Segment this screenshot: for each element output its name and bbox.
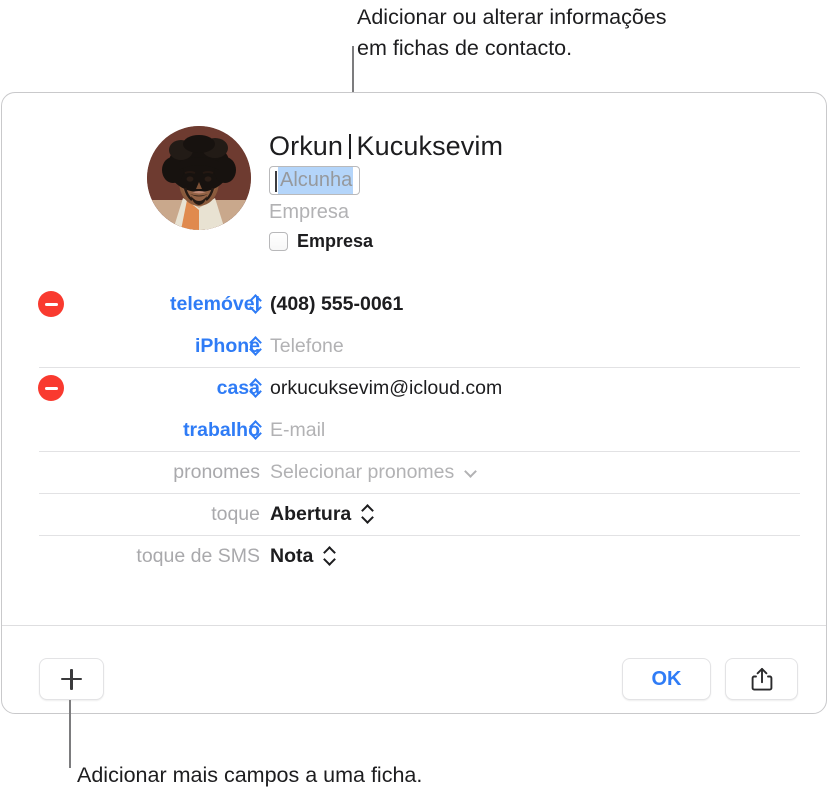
contact-fields-list: telemóvel (408) 555-0061 iPhone Telefone cas…: [2, 283, 826, 577]
field-label: toque: [211, 502, 260, 525]
field-value-text: Abertura: [270, 502, 352, 525]
stepper-icon[interactable]: [250, 420, 261, 440]
avatar[interactable]: [147, 126, 251, 230]
stepper-icon[interactable]: [250, 378, 261, 398]
field-row: telemóvel (408) 555-0061: [2, 283, 826, 325]
contact-card-panel: Orkun Kucuksevim Alcunha Empresa Empresa …: [1, 92, 827, 714]
text-caret: [349, 134, 351, 159]
company-checkbox-row[interactable]: Empresa: [269, 231, 503, 252]
field-value-text: Selecionar pronomes: [270, 460, 455, 483]
field-label: pronomes: [173, 460, 260, 483]
field-value[interactable]: orkucuksevim@icloud.com: [270, 377, 502, 400]
field-value-text: (408) 555-0061: [270, 292, 404, 315]
field-value[interactable]: Selecionar pronomes: [270, 461, 477, 484]
field-value-text: orkucuksevim@icloud.com: [270, 376, 503, 399]
field-label[interactable]: casa: [2, 377, 260, 400]
stepper-icon[interactable]: [362, 504, 373, 524]
name-block: Orkun Kucuksevim Alcunha Empresa Empresa: [269, 129, 503, 252]
card-toolbar: OK: [2, 626, 826, 714]
field-value[interactable]: Telefone: [270, 335, 344, 358]
nickname-placeholder-text: Alcunha: [278, 167, 354, 194]
share-button[interactable]: [725, 658, 798, 700]
company-input[interactable]: Empresa: [269, 199, 503, 225]
field-value[interactable]: Abertura: [270, 503, 373, 526]
company-checkbox[interactable]: [269, 232, 288, 251]
field-value[interactable]: E-mail: [270, 419, 325, 442]
row-separator: [39, 535, 800, 536]
field-value-text: Nota: [270, 544, 314, 567]
field-row: trabalho E-mail: [2, 409, 826, 451]
field-label: toque de SMS: [136, 544, 260, 567]
callout-text-bottom: Adicionar mais campos a uma ficha.: [77, 763, 423, 787]
field-row: pronomes Selecionar pronomes: [2, 451, 826, 493]
stepper-icon[interactable]: [250, 336, 261, 356]
field-value[interactable]: (408) 555-0061: [270, 293, 403, 316]
add-field-button[interactable]: [39, 658, 104, 700]
row-separator: [39, 493, 800, 494]
field-row: toque de SMS Nota: [2, 535, 826, 577]
stepper-icon[interactable]: [324, 546, 335, 566]
share-icon: [751, 667, 772, 691]
ok-button[interactable]: OK: [622, 658, 711, 700]
plus-icon: [61, 668, 82, 690]
last-name-text: Kucuksevim: [356, 131, 504, 161]
field-label[interactable]: trabalho: [2, 419, 260, 442]
contact-header: Orkun Kucuksevim Alcunha Empresa Empresa: [2, 93, 826, 283]
field-label[interactable]: iPhone: [2, 335, 260, 358]
field-value-text: E-mail: [270, 418, 326, 441]
field-row: casa orkucuksevim@icloud.com: [2, 367, 826, 409]
contact-name[interactable]: Orkun Kucuksevim: [269, 129, 503, 163]
first-name-text: Orkun: [269, 131, 344, 161]
callout-text-top: Adicionar ou alterar informações em fich…: [357, 5, 667, 60]
chevron-down-icon[interactable]: [466, 467, 477, 478]
stepper-icon[interactable]: [250, 294, 261, 314]
field-row: toque Abertura: [2, 493, 826, 535]
row-separator: [39, 367, 800, 368]
field-label[interactable]: telemóvel: [2, 293, 260, 316]
company-checkbox-label: Empresa: [297, 231, 374, 251]
field-row: iPhone Telefone: [2, 325, 826, 367]
contact-photo-image: [147, 126, 251, 230]
field-value[interactable]: Nota: [270, 545, 335, 568]
ok-button-label: OK: [651, 667, 682, 690]
text-caret-nickname: [275, 171, 277, 192]
row-separator: [39, 451, 800, 452]
field-value-text: Telefone: [270, 334, 344, 357]
callout-leader-line-bottom: [69, 700, 71, 768]
nickname-input[interactable]: Alcunha: [269, 166, 361, 195]
